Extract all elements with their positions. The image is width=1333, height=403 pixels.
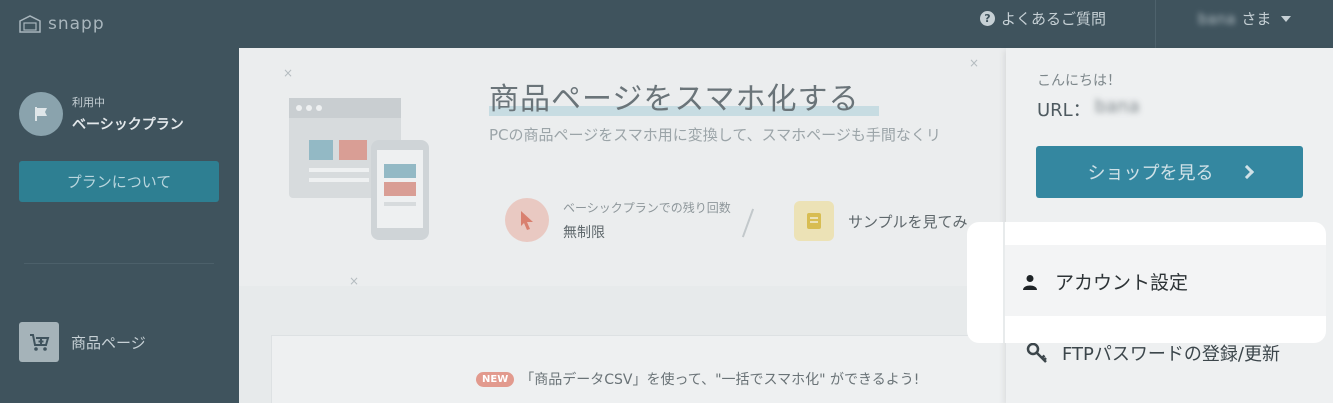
separator (741, 208, 755, 238)
user-icon (1023, 274, 1037, 290)
decor-mark: × (969, 56, 980, 70)
header-divider (1155, 0, 1156, 48)
decor-mark: × (283, 66, 294, 80)
sidebar: 利用中 ベーシックプラン プランについて 商品ページ (0, 48, 239, 403)
key-icon (1026, 342, 1047, 363)
hero-subtitle: PCの商品ページをスマホ用に変換して、スマホページも手間なくリ (489, 126, 941, 144)
decor-mark: × (349, 274, 360, 288)
devices-illustration (289, 98, 429, 240)
hero-title: 商品ページをスマホ化する (489, 74, 879, 118)
caret-down-icon (1281, 15, 1292, 22)
sidebar-item-label: 商品ページ (71, 333, 146, 352)
logo-text: snapp (48, 14, 105, 34)
remaining-value: 無制限 (563, 224, 605, 241)
greeting: こんにちは！ (1037, 73, 1121, 89)
sample-link[interactable]: サンプルを見てみ (794, 201, 968, 241)
highlight-overlay: アカウント設定 (967, 222, 1326, 343)
plan-avatar (19, 92, 63, 136)
user-menu[interactable]: bana さま (1198, 8, 1292, 29)
cursor-icon (505, 198, 549, 242)
flag-icon (35, 107, 47, 121)
new-badge: NEW (476, 371, 515, 387)
user-suffix: さま (1241, 10, 1272, 28)
cart-plus-icon (19, 322, 59, 362)
account-settings-item[interactable]: アカウント設定 (1023, 268, 1188, 295)
remaining-label: ベーシックプランでの残り回数 (563, 200, 731, 215)
question-icon: ? (980, 11, 995, 26)
sidebar-item-product-page[interactable]: 商品ページ (19, 322, 146, 362)
ftp-password-item[interactable]: FTPパスワードの登録/更新 (1026, 340, 1280, 366)
plan-name: ベーシックプラン (72, 117, 184, 133)
news-banner[interactable]: NEW 「商品データCSV」を使って、"一括でスマホ化" ができるよう! (476, 369, 919, 389)
user-name: bana (1198, 9, 1236, 28)
logo-icon (19, 15, 41, 33)
plan-status: 利用中 (72, 96, 105, 109)
top-bar: snapp ? よくあるご質問 bana さま (0, 0, 1333, 48)
account-settings-label: アカウント設定 (1055, 272, 1189, 294)
logo[interactable]: snapp (18, 14, 105, 34)
faq-link[interactable]: ? よくあるご質問 (980, 8, 1106, 29)
sidebar-divider (24, 263, 214, 264)
faq-label: よくあるご質問 (1001, 10, 1107, 28)
chevron-right-icon (1239, 164, 1254, 180)
document-icon (794, 201, 834, 241)
news-text: 「商品データCSV」を使って、"一括でスマホ化" ができるよう! (520, 372, 920, 388)
plan-info-button[interactable]: プランについて (19, 161, 219, 202)
sample-label: サンプルを見てみ (848, 212, 968, 231)
shop-url: URL： bana (1037, 96, 1140, 121)
remaining-count: ベーシックプランでの残り回数 無制限 (505, 198, 731, 242)
view-shop-button[interactable]: ショップを見る (1036, 146, 1303, 198)
